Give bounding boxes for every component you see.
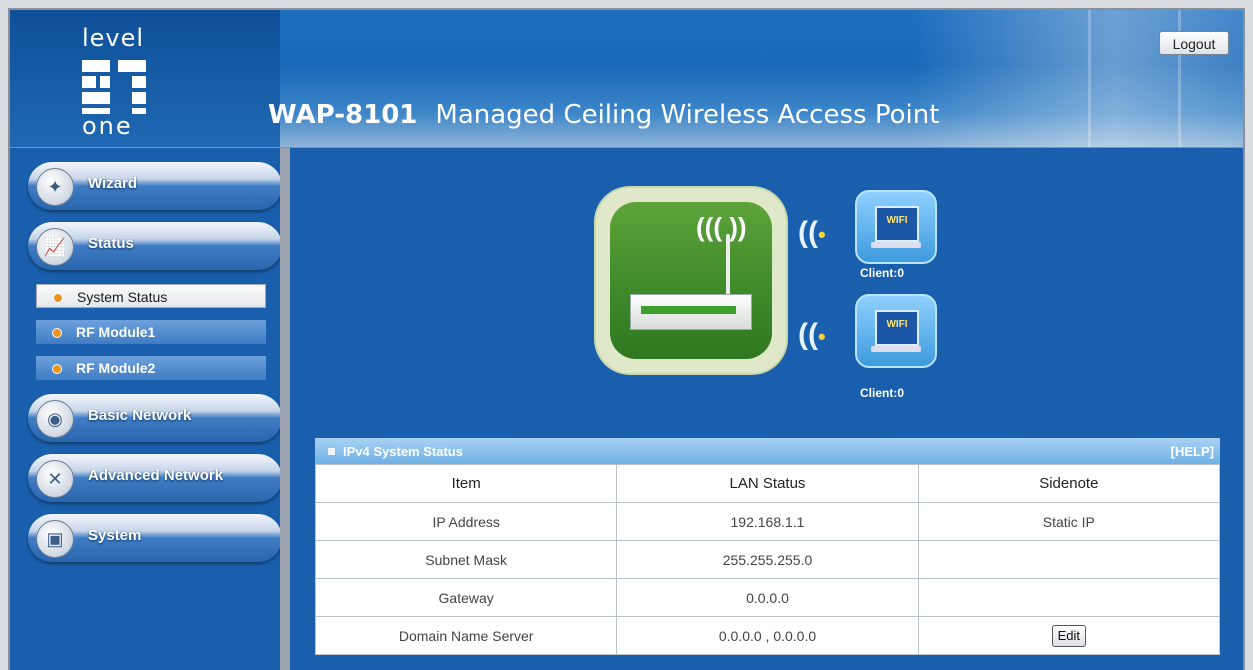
nav-wizard-label: Wizard [88,175,138,192]
logo-text-bottom: one [82,112,133,140]
wifi-signal-icon: ((• [798,318,826,351]
logout-button[interactable]: Logout [1159,31,1229,55]
table-cell: Domain Name Server [314,616,618,655]
client-count-2: Client:0 [860,386,905,400]
wifi-badge: WIFI [875,310,919,346]
table-row: Domain Name Server 0.0.0.0 , 0.0.0.0 Edi… [314,616,1221,655]
column-header: Item [314,464,618,503]
brand-logo: level one [10,10,280,147]
sidebar-item-rf-module1[interactable]: RF Module1 [36,320,266,344]
model-name: WAP-8101 [268,100,418,130]
table-cell [917,540,1221,579]
nav-advanced-network-button[interactable]: ✕ Advanced Network [28,454,282,502]
tools-icon: ✕ [36,460,74,498]
signal-waves-icon: ((( )) [696,212,747,242]
table-cell: IP Address [314,502,618,541]
column-divider [280,148,290,670]
wifi-signal-icon: ((• [798,216,826,249]
bullet-icon [52,328,62,338]
table-cell: 192.168.1.1 [616,502,919,541]
nav-system-button[interactable]: ▣ System [28,514,282,562]
table-header-row: Item LAN Status Sidenote [314,464,1221,503]
globe-icon: ◉ [36,400,74,438]
logo-text-top: level [82,24,145,52]
computer-icon: ▣ [36,520,74,558]
help-link[interactable]: [HELP] [1171,444,1214,459]
table-row: IP Address 192.168.1.1 Static IP [314,502,1221,541]
edit-dns-button[interactable]: Edit [1051,624,1086,647]
nav-wizard-button[interactable]: ✦ Wizard [28,162,282,210]
nav-status-button[interactable]: 📈 Status [28,222,282,270]
status-table: Item LAN Status Sidenote IP Address 192.… [314,464,1221,655]
logo-mark-icon [82,60,146,114]
client-count-1: Client:0 [860,266,905,280]
wifi-badge: WIFI [875,206,919,242]
table-cell: Gateway [314,578,618,617]
sidebar-item-label: RF Module2 [76,360,156,376]
bullet-icon [53,293,63,303]
table-row: Subnet Mask 255.255.255.0 [314,540,1221,579]
nav-basic-network-label: Basic Network [88,407,192,424]
table-cell: 255.255.255.0 [616,540,919,579]
sidebar-item-label: System Status [77,289,168,305]
sidebar-item-system-status[interactable]: System Status [36,284,266,308]
header-banner: level one WAP-8101 Managed Ceiling Wirele… [10,10,1243,147]
panel-title: IPv4 System Status [343,444,463,459]
table-cell: Static IP [917,502,1221,541]
client-laptop-icon: WIFI [855,294,937,368]
panel-header: IPv4 System Status [HELP] [315,438,1220,464]
product-subtitle: Managed Ceiling Wireless Access Point [435,100,940,130]
table-cell: Subnet Mask [314,540,618,579]
table-row: Gateway 0.0.0.0 [314,578,1221,617]
ipv4-status-panel: IPv4 System Status [HELP] Item LAN Statu… [314,438,1221,655]
table-cell: 0.0.0.0 , 0.0.0.0 [616,616,919,655]
main-content: ((( )) ((• ((• WIFI Client:0 WIFI Client… [290,148,1243,670]
client-laptop-icon: WIFI [855,190,937,264]
nav-status-label: Status [88,235,134,252]
nav-system-label: System [88,527,142,544]
nav-advanced-network-label: Advanced Network [88,467,224,484]
sidebar: ✦ Wizard 📈 Status System Status RF Modul… [10,148,282,670]
table-cell: 0.0.0.0 [616,578,919,617]
access-point-illustration: ((( )) [596,188,786,373]
antenna-icon [726,234,730,296]
panel-bullet-icon [328,448,335,455]
sidebar-item-rf-module2[interactable]: RF Module2 [36,356,266,380]
table-cell [917,578,1221,617]
sidebar-item-label: RF Module1 [76,324,156,340]
page-title: WAP-8101 Managed Ceiling Wireless Access … [268,100,939,130]
bullet-icon [52,364,62,374]
access-point-device-icon [630,294,752,330]
column-header: Sidenote [917,464,1221,503]
nav-basic-network-button[interactable]: ◉ Basic Network [28,394,282,442]
access-point-tile: ((( )) [610,202,772,359]
chart-icon: 📈 [36,228,74,266]
magic-wand-icon: ✦ [36,168,74,206]
header-stripe [1088,10,1091,147]
table-cell: Edit [917,616,1221,655]
column-header: LAN Status [616,464,919,503]
